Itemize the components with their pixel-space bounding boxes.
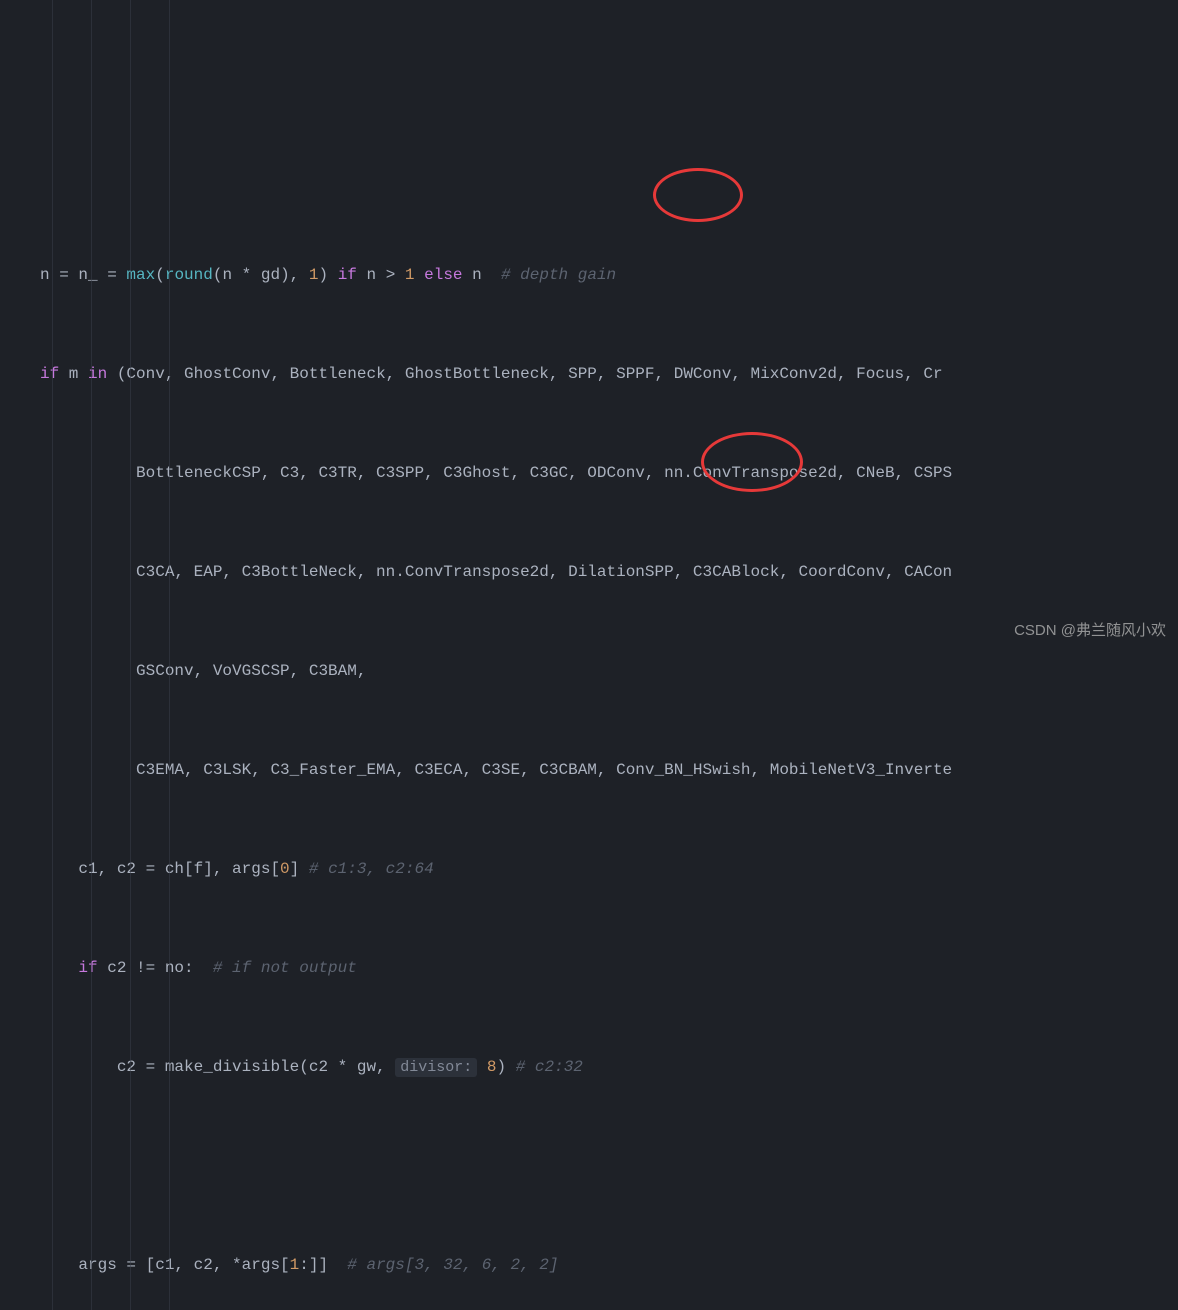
inline-hint: divisor: [395,1058,477,1077]
watermark: CSDN @弗兰随风小欢 [1014,614,1166,647]
code-line[interactable]: args = [c1, c2, *args[1:]] # args[3, 32,… [40,1249,1178,1282]
code-line[interactable]: C3CA, EAP, C3BottleNeck, nn.ConvTranspos… [40,556,1178,589]
annotation-circle-1 [653,168,743,222]
code-line[interactable]: c1, c2 = ch[f], args[0] # c1:3, c2:64 [40,853,1178,886]
code-line[interactable]: C3EMA, C3LSK, C3_Faster_EMA, C3ECA, C3SE… [40,754,1178,787]
code-line[interactable]: if m in (Conv, GhostConv, Bottleneck, Gh… [40,358,1178,391]
code-line[interactable]: if c2 != no: # if not output [40,952,1178,985]
code-line[interactable]: GSConv, VoVGSCSP, C3BAM, [40,655,1178,688]
code-editor-viewport[interactable]: n = n_ = max(round(n * gd), 1) if n > 1 … [0,0,1178,1310]
code-line[interactable]: c2 = make_divisible(c2 * gw, divisor: 8)… [40,1051,1178,1084]
code-line[interactable]: BottleneckCSP, C3, C3TR, C3SPP, C3Ghost,… [40,457,1178,490]
code-line[interactable] [40,1150,1178,1183]
code-line[interactable]: n = n_ = max(round(n * gd), 1) if n > 1 … [40,259,1178,292]
